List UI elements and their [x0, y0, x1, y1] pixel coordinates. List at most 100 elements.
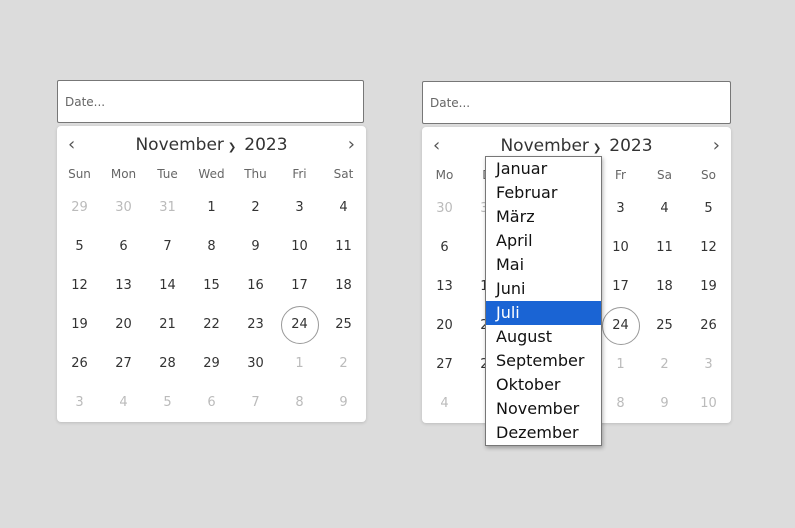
day-cell[interactable]: 5: [58, 227, 102, 266]
year-label[interactable]: 2023: [609, 136, 652, 156]
day-number: 3: [616, 201, 625, 216]
day-cell[interactable]: 17: [599, 267, 643, 306]
day-cell[interactable]: 2: [643, 345, 687, 384]
day-number: 30: [436, 201, 453, 216]
day-cell[interactable]: 9: [234, 227, 278, 266]
day-cell[interactable]: 10: [599, 228, 643, 267]
day-cell[interactable]: 22: [190, 305, 234, 344]
day-cell[interactable]: 27: [102, 344, 146, 383]
month-option[interactable]: Januar: [486, 157, 601, 181]
day-cell[interactable]: 12: [687, 228, 731, 267]
day-cell[interactable]: 19: [687, 267, 731, 306]
day-cell[interactable]: 16: [234, 266, 278, 305]
day-cell[interactable]: 9: [322, 383, 366, 422]
day-cell[interactable]: 30: [102, 188, 146, 227]
day-cell[interactable]: 3: [278, 188, 322, 227]
month-option[interactable]: August: [486, 325, 601, 349]
chevron-right-icon[interactable]: ›: [713, 135, 720, 156]
day-cell[interactable]: 20: [102, 305, 146, 344]
day-cell[interactable]: 14: [146, 266, 190, 305]
month-option[interactable]: Dezember: [486, 421, 601, 445]
day-cell[interactable]: 18: [643, 267, 687, 306]
day-cell[interactable]: 28: [146, 344, 190, 383]
day-cell[interactable]: 3: [599, 189, 643, 228]
weekday-header: Thu: [244, 167, 267, 181]
year-label[interactable]: 2023: [244, 135, 287, 155]
day-cell[interactable]: 3: [687, 345, 731, 384]
chevron-right-icon[interactable]: ›: [348, 134, 355, 155]
month-select[interactable]: November ❯: [500, 136, 601, 156]
day-cell[interactable]: 6: [190, 383, 234, 422]
day-cell[interactable]: 27: [423, 345, 467, 384]
month-select[interactable]: November ❯: [135, 135, 236, 155]
day-cell[interactable]: 12: [58, 266, 102, 305]
day-cell[interactable]: 8: [599, 384, 643, 423]
day-cell[interactable]: 1: [599, 345, 643, 384]
day-cell[interactable]: 13: [102, 266, 146, 305]
weekday-header: So: [701, 168, 716, 182]
day-cell[interactable]: 11: [643, 228, 687, 267]
day-cell[interactable]: 6: [102, 227, 146, 266]
day-number: 11: [656, 240, 673, 255]
day-cell[interactable]: 19: [58, 305, 102, 344]
day-number: 9: [251, 239, 260, 254]
day-cell[interactable]: 15: [190, 266, 234, 305]
day-cell[interactable]: 23: [234, 305, 278, 344]
day-number: 29: [71, 200, 88, 215]
day-cell-today[interactable]: 24: [278, 305, 322, 344]
month-option[interactable]: März: [486, 205, 601, 229]
day-cell[interactable]: 18: [322, 266, 366, 305]
day-cell[interactable]: 4: [423, 384, 467, 423]
day-cell[interactable]: 25: [322, 305, 366, 344]
day-cell[interactable]: 11: [322, 227, 366, 266]
day-cell[interactable]: 30: [234, 344, 278, 383]
day-cell[interactable]: 7: [234, 383, 278, 422]
weekday-header: Wed: [198, 167, 225, 181]
day-cell[interactable]: 8: [190, 227, 234, 266]
day-cell[interactable]: 9: [643, 384, 687, 423]
month-option[interactable]: November: [486, 397, 601, 421]
day-cell[interactable]: 5: [687, 189, 731, 228]
day-cell[interactable]: 6: [423, 228, 467, 267]
day-cell[interactable]: 1: [190, 188, 234, 227]
day-cell[interactable]: 5: [146, 383, 190, 422]
day-cell[interactable]: 17: [278, 266, 322, 305]
day-cell[interactable]: 4: [643, 189, 687, 228]
day-cell[interactable]: 2: [322, 344, 366, 383]
weekday-header: Sat: [333, 167, 354, 181]
day-cell[interactable]: 8: [278, 383, 322, 422]
day-cell[interactable]: 26: [687, 306, 731, 345]
date-input-right[interactable]: Date...: [422, 81, 731, 124]
weekday-header: Sa: [657, 168, 672, 182]
day-cell[interactable]: 31: [146, 188, 190, 227]
day-cell[interactable]: 29: [190, 344, 234, 383]
day-cell[interactable]: 21: [146, 305, 190, 344]
day-cell[interactable]: 20: [423, 306, 467, 345]
day-cell[interactable]: 29: [58, 188, 102, 227]
day-number: 22: [203, 317, 220, 332]
day-cell[interactable]: 30: [423, 189, 467, 228]
day-cell[interactable]: 25: [643, 306, 687, 345]
day-cell[interactable]: 4: [322, 188, 366, 227]
day-cell[interactable]: 10: [278, 227, 322, 266]
date-input-left[interactable]: Date...: [57, 80, 364, 123]
day-cell[interactable]: 4: [102, 383, 146, 422]
day-cell[interactable]: 1: [278, 344, 322, 383]
month-dropdown-list[interactable]: Januar Februar März April Mai Juni Juli August S…: [485, 156, 602, 446]
month-option[interactable]: April: [486, 229, 601, 253]
month-option[interactable]: Februar: [486, 181, 601, 205]
month-option[interactable]: Juni: [486, 277, 601, 301]
month-option[interactable]: Juli: [486, 301, 601, 325]
day-number: 27: [436, 357, 453, 372]
month-option[interactable]: Oktober: [486, 373, 601, 397]
day-cell[interactable]: 13: [423, 267, 467, 306]
month-option[interactable]: September: [486, 349, 601, 373]
day-cell[interactable]: 7: [146, 227, 190, 266]
weekday-header: Tue: [157, 167, 178, 181]
day-cell-today[interactable]: 24: [599, 306, 643, 345]
day-cell[interactable]: 3: [58, 383, 102, 422]
day-cell[interactable]: 10: [687, 384, 731, 423]
day-cell[interactable]: 26: [58, 344, 102, 383]
day-cell[interactable]: 2: [234, 188, 278, 227]
month-option[interactable]: Mai: [486, 253, 601, 277]
